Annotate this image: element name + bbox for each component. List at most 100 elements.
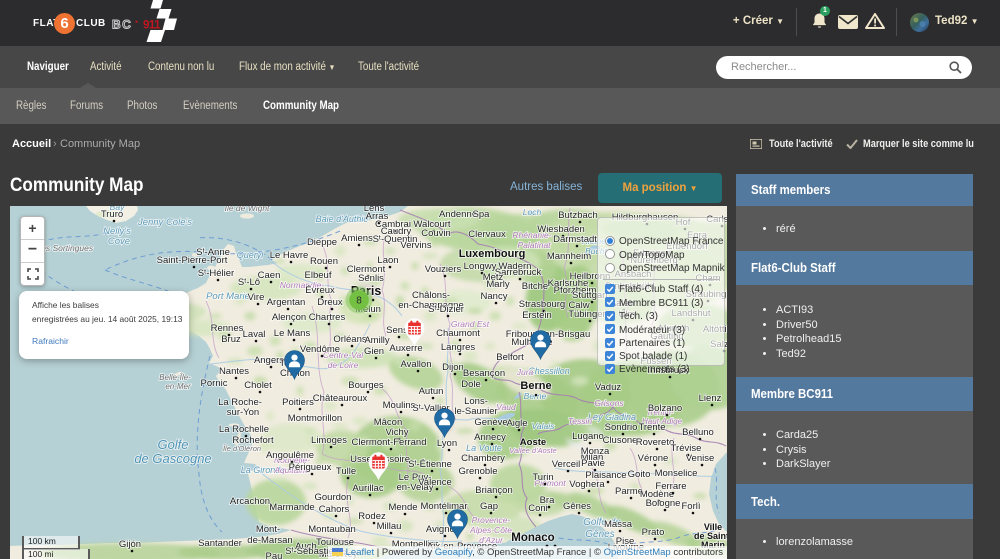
svg-text:Annecy: Annecy [474, 432, 506, 443]
svg-text:Pavie: Pavie [581, 458, 605, 469]
svg-text:Prato: Prato [642, 527, 665, 538]
svg-text:de Loire: de Loire [328, 360, 359, 370]
svg-text:Belle-Île-: Belle-Île- [159, 373, 191, 382]
svg-text:Cahors: Cahors [319, 504, 350, 515]
svg-text:Bourges: Bourges [348, 380, 384, 391]
svg-text:Alençon: Alençon [272, 312, 306, 323]
svg-text:Le Mans: Le Mans [274, 328, 311, 339]
svg-text:Cholet: Cholet [244, 380, 272, 391]
svg-text:Pornic: Pornic [201, 378, 228, 389]
svg-text:Longwy: Longwy [464, 261, 497, 272]
svg-text:Valais: Valais [532, 421, 556, 431]
svg-text:Évreux: Évreux [305, 285, 335, 296]
svg-text:Avallon: Avallon [401, 359, 432, 370]
svg-text:Verceil: Verceil [552, 459, 581, 470]
svg-text:Luxembourg: Luxembourg [459, 248, 526, 260]
svg-text:Argentan: Argentan [267, 297, 306, 308]
svg-text:Elbeuf: Elbeuf [305, 270, 332, 281]
svg-text:Moulins: Moulins [383, 400, 416, 411]
svg-text:Gourdon: Gourdon [315, 492, 352, 503]
svg-text:Arcachon: Arcachon [230, 496, 270, 507]
svg-text:Trente: Trente [638, 422, 665, 433]
svg-text:Valence: Valence [418, 477, 452, 488]
svg-text:sur-Yon: sur-Yon [227, 407, 259, 418]
svg-text:Strasbourg: Strasbourg [519, 299, 565, 310]
svg-text:Dreux: Dreux [317, 297, 343, 308]
svg-text:La Voûte: La Voûte [466, 443, 502, 453]
svg-text:Belfort: Belfort [496, 352, 524, 363]
svg-text:Darmstadt: Darmstadt [553, 234, 597, 245]
svg-text:Périgueux: Périgueux [289, 462, 332, 473]
svg-text:Clervaux: Clervaux [468, 229, 506, 240]
svg-text:Cove: Cove [108, 236, 130, 247]
svg-text:Berne: Berne [524, 391, 547, 401]
svg-text:Ferrare: Ferrare [655, 481, 686, 492]
svg-text:de-Marsan: de-Marsan [247, 535, 292, 546]
svg-text:Dijon: Dijon [442, 362, 464, 373]
svg-text:Port Marie: Port Marie [206, 291, 250, 302]
svg-text:Vendôme: Vendôme [300, 344, 340, 355]
svg-text:Gijón: Gijón [119, 539, 141, 550]
svg-text:Amilly: Amilly [364, 335, 390, 346]
svg-text:Marmande: Marmande [269, 502, 314, 513]
svg-text:Genève: Genève [474, 417, 507, 428]
svg-text:Lyon: Lyon [437, 438, 457, 449]
svg-text:Le Havre: Le Havre [270, 250, 309, 261]
svg-text:Monaco: Monaco [511, 532, 554, 544]
svg-text:Belluno: Belluno [682, 427, 714, 438]
svg-text:Monselice: Monselice [655, 468, 698, 479]
svg-text:Vervins: Vervins [400, 240, 431, 251]
svg-text:Vire: Vire [248, 292, 265, 303]
svg-text:Rochefort: Rochefort [232, 435, 274, 446]
svg-text:Jenny Cole's: Jenny Cole's [137, 217, 192, 228]
svg-text:Mende: Mende [388, 502, 417, 513]
svg-text:Turin: Turin [532, 472, 553, 483]
svg-text:Couvin: Couvin [421, 228, 451, 239]
svg-text:Rennes: Rennes [211, 323, 244, 334]
svg-text:Grisons: Grisons [594, 398, 624, 408]
svg-text:Îles Sortingues: Îles Sortingues [37, 243, 94, 253]
svg-text:Autun: Autun [419, 386, 444, 397]
svg-text:Venise: Venise [686, 453, 715, 464]
svg-text:Golfe: Golfe [157, 437, 188, 452]
svg-text:Grenoble: Grenoble [458, 466, 497, 477]
svg-text:Gien: Gien [364, 346, 384, 357]
svg-text:Marly: Marly [486, 279, 509, 290]
svg-text:Andenne: Andenne [439, 209, 477, 220]
svg-text:Senlis: Senlis [358, 273, 384, 284]
svg-text:Clusone: Clusone [603, 435, 638, 446]
svg-text:Chambéry: Chambéry [461, 453, 505, 464]
svg-text:Alpes-Côte: Alpes-Côte [469, 525, 512, 535]
svg-text:Baie d'Authie: Baie d'Authie [316, 214, 369, 224]
svg-text:Chessillon: Chessillon [528, 366, 570, 376]
svg-text:Ley Giadina: Ley Giadina [588, 412, 636, 422]
svg-text:Sondrio: Sondrio [605, 422, 638, 433]
svg-text:Vouziers: Vouziers [425, 264, 462, 275]
svg-text:Parme: Parme [615, 486, 643, 497]
svg-text:Bologne: Bologne [646, 498, 681, 509]
svg-text:Lienz: Lienz [699, 393, 722, 404]
svg-text:Berne: Berne [520, 380, 551, 392]
svg-text:Gênes: Gênes [563, 501, 591, 512]
svg-text:Tulle: Tulle [336, 466, 356, 477]
svg-text:Loch: Loch [523, 207, 542, 217]
svg-text:Vaduz: Vaduz [595, 382, 621, 393]
svg-text:La Rochelle: La Rochelle [219, 424, 269, 435]
svg-text:Poitiers: Poitiers [282, 397, 314, 408]
svg-text:Spa: Spa [473, 209, 491, 220]
svg-text:Lens: Lens [364, 206, 385, 214]
svg-text:Besançon: Besançon [463, 368, 505, 379]
svg-text:Mont-: Mont- [256, 524, 280, 535]
svg-text:Laval: Laval [243, 329, 266, 340]
svg-text:Aigle: Aigle [506, 418, 527, 429]
svg-text:Provence-: Provence- [472, 515, 511, 525]
svg-text:Bitche: Bitche [522, 281, 548, 292]
svg-text:Massa: Massa [604, 519, 633, 530]
svg-text:Rovereto: Rovereto [636, 437, 675, 448]
svg-text:Briançon: Briançon [475, 485, 513, 496]
svg-text:911: 911 [143, 20, 161, 32]
svg-text:Bruz: Bruz [221, 334, 241, 345]
svg-text:Amiens: Amiens [341, 233, 373, 244]
svg-text:Monza: Monza [581, 446, 610, 457]
svg-text:Caen: Caen [258, 270, 281, 281]
